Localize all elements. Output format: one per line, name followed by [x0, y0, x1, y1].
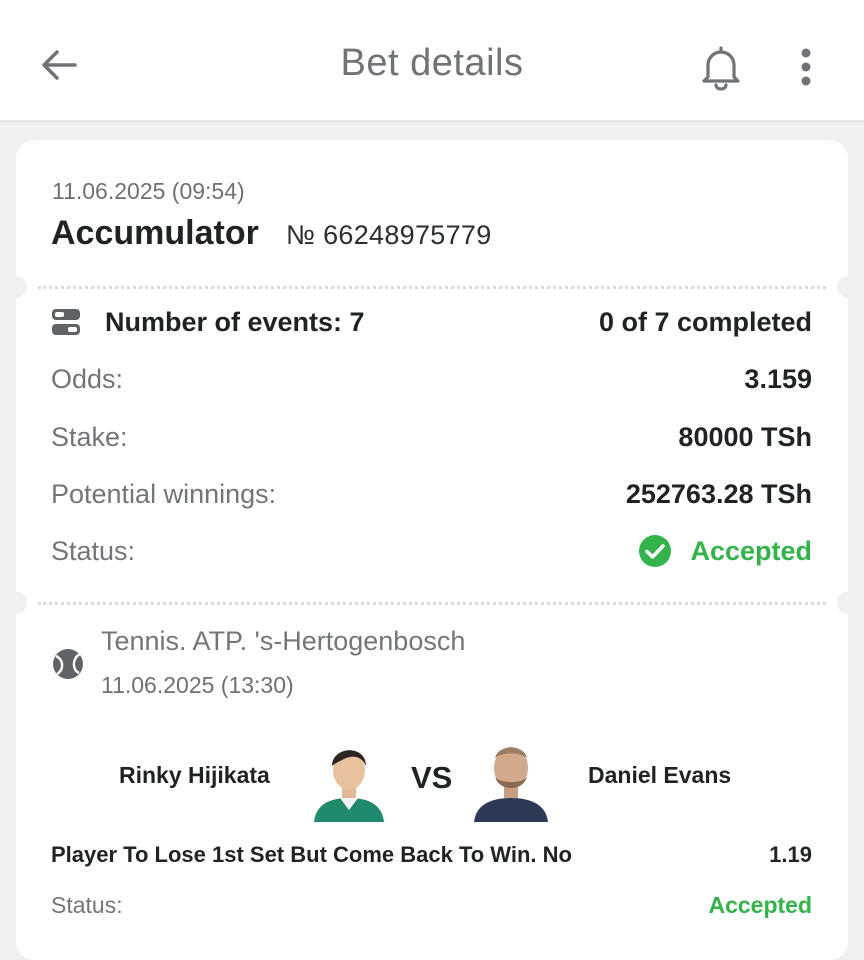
selection-status-value: Accepted: [708, 891, 812, 918]
divider: [38, 286, 826, 289]
card-notch: [5, 276, 27, 298]
status-badge: Accepted: [638, 534, 812, 568]
events-count: Number of events: 7: [51, 307, 365, 338]
vs-label: VS: [411, 760, 453, 795]
more-vertical-icon: [801, 48, 811, 86]
status-value: Accepted: [690, 535, 812, 566]
card-notch: [5, 592, 27, 614]
event-header[interactable]: Tennis. ATP. 's-Hertogenbosch 11.06.2025…: [52, 626, 652, 706]
card-notch: [837, 276, 859, 298]
selection-odds: 1.19: [769, 842, 812, 867]
bet-datetime: 11.06.2025 (09:54): [52, 178, 245, 204]
status-row: Status: Accepted: [51, 531, 812, 571]
odds-row: Odds: 3.159: [51, 359, 812, 399]
stake-row: Stake: 80000 TSh: [51, 417, 812, 457]
more-menu-button[interactable]: [784, 40, 828, 94]
completed-count: 0 of 7 completed: [598, 306, 812, 337]
list-toggle-icon: [52, 309, 80, 335]
notifications-button[interactable]: [694, 40, 748, 94]
bet-type: Accumulator: [51, 214, 259, 252]
stake-value: 80000 TSh: [678, 421, 812, 452]
winnings-row: Potential winnings: 252763.28 TSh: [51, 474, 812, 514]
bell-icon: [702, 46, 740, 91]
player-photo-icon: [468, 736, 554, 822]
app-bar: Bet details: [0, 0, 864, 122]
status-label: Status:: [51, 535, 136, 566]
player-away: Daniel Evans: [588, 762, 732, 788]
events-label: Number of events: 7: [105, 306, 365, 337]
match-row: Rinky Hijikata VS Daniel Evans: [16, 730, 848, 822]
player-home: Rinky Hijikata: [119, 762, 270, 788]
selection-status-row: Status: Accepted: [51, 890, 812, 920]
check-circle-icon: [639, 535, 672, 567]
event-league: Tennis. ATP. 's-Hertogenbosch: [101, 626, 466, 656]
player-home-avatar: [306, 736, 392, 822]
bet-card: 11.06.2025 (09:54) Accumulator № 6624897…: [5, 140, 859, 960]
odds-value: 3.159: [744, 363, 812, 394]
selection-status-label: Status:: [51, 891, 123, 918]
divider: [38, 602, 826, 605]
bet-number: № 66248975779: [286, 220, 492, 250]
events-row: Number of events: 7 0 of 7 completed: [51, 302, 812, 342]
winnings-value: 252763.28 TSh: [625, 478, 812, 509]
tennis-ball-icon: [53, 649, 83, 679]
odds-label: Odds:: [51, 363, 124, 394]
player-photo-icon: [306, 736, 392, 822]
event-datetime: 11.06.2025 (13:30): [101, 672, 294, 698]
player-away-avatar: [468, 736, 554, 822]
stake-label: Stake:: [51, 421, 128, 452]
winnings-label: Potential winnings:: [51, 478, 277, 509]
selection-label: Player To Lose 1st Set But Come Back To …: [51, 842, 572, 867]
selection-row: Player To Lose 1st Set But Come Back To …: [51, 840, 812, 870]
card-notch: [837, 592, 859, 614]
